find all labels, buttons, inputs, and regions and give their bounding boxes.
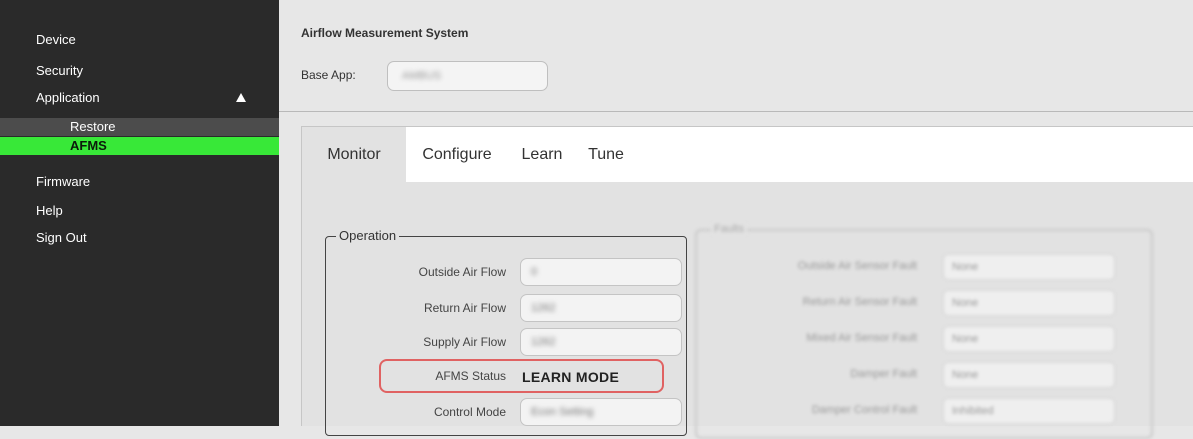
- outside-air-flow-field: 0: [520, 258, 682, 286]
- tab-panel: Monitor Configure Learn Tune Operation O…: [301, 126, 1193, 439]
- fault-field: None: [943, 254, 1115, 280]
- outside-air-flow-value: 0: [531, 266, 538, 278]
- tab-learn[interactable]: Learn: [508, 127, 576, 182]
- sidebar-item-label: Sign Out: [36, 230, 87, 245]
- tab-tune[interactable]: Tune: [576, 127, 636, 182]
- sidebar-item-label: Application: [36, 90, 100, 105]
- sidebar-item-firmware[interactable]: Firmware: [0, 173, 279, 191]
- supply-air-flow-value: 1262: [531, 336, 556, 348]
- sidebar: Device Security Application Restore AFMS…: [0, 0, 279, 426]
- fault-value: Inhibited: [952, 405, 994, 417]
- tab-configure[interactable]: Configure: [406, 127, 508, 182]
- page-title: Airflow Measurement System: [301, 26, 469, 40]
- sidebar-item-device[interactable]: Device: [0, 31, 279, 49]
- return-air-flow-value: 1262: [531, 302, 556, 314]
- fault-label: Outside Air Sensor Fault: [797, 260, 917, 272]
- outside-air-flow-label: Outside Air Flow: [418, 265, 506, 279]
- sidebar-item-label: Help: [36, 203, 63, 218]
- fault-field: None: [943, 326, 1115, 352]
- fault-value: None: [952, 297, 979, 309]
- fault-value: None: [952, 369, 979, 381]
- sidebar-item-label: Restore: [70, 119, 116, 134]
- supply-air-flow-field: 1262: [520, 328, 682, 356]
- fault-label: Damper Control Fault: [811, 404, 917, 416]
- fault-label: Damper Fault: [850, 368, 917, 380]
- tab-monitor[interactable]: Monitor: [302, 127, 406, 182]
- sidebar-item-label: Firmware: [36, 174, 91, 189]
- tab-bar: Monitor Configure Learn Tune: [302, 127, 1193, 182]
- caret-up-icon[interactable]: [236, 93, 246, 102]
- fault-value: None: [952, 333, 979, 345]
- sidebar-item-label: AFMS: [70, 138, 107, 153]
- main-content: Airflow Measurement System Base App: AMB…: [279, 0, 1193, 439]
- sidebar-item-restore[interactable]: Restore: [0, 118, 279, 136]
- operation-group: Operation Outside Air Flow 0 Return Air …: [325, 228, 687, 436]
- fault-field: None: [943, 362, 1115, 388]
- base-app-field[interactable]: AMBUS: [387, 61, 548, 91]
- faults-legend: Faults: [711, 223, 747, 235]
- operation-legend: Operation: [336, 228, 400, 243]
- fault-value: None: [952, 261, 979, 273]
- afms-status-highlight: [379, 359, 664, 393]
- sidebar-item-afms[interactable]: AFMS: [0, 137, 279, 155]
- control-mode-label: Control Mode: [433, 405, 506, 419]
- supply-air-flow-label: Supply Air Flow: [423, 335, 506, 349]
- sidebar-item-help[interactable]: Help: [0, 202, 279, 220]
- sidebar-item-security[interactable]: Security: [0, 62, 279, 80]
- fault-field: None: [943, 290, 1115, 316]
- return-air-flow-label: Return Air Flow: [423, 301, 506, 315]
- sidebar-item-label: Security: [36, 63, 83, 78]
- faults-group: Faults Outside Air Sensor Fault None Ret…: [695, 223, 1153, 439]
- fault-field: Inhibited: [943, 398, 1115, 424]
- sidebar-item-sign-out[interactable]: Sign Out: [0, 229, 279, 247]
- control-mode-field: Econ Setting: [520, 398, 682, 426]
- control-mode-value: Econ Setting: [531, 406, 594, 418]
- return-air-flow-field: 1262: [520, 294, 682, 322]
- base-app-value: AMBUS: [402, 70, 442, 82]
- fault-label: Return Air Sensor Fault: [802, 296, 917, 308]
- divider: [279, 111, 1193, 112]
- sidebar-item-application[interactable]: Application: [0, 89, 279, 107]
- base-app-label: Base App:: [301, 68, 356, 82]
- sidebar-item-label: Device: [36, 32, 76, 47]
- fault-label: Mixed Air Sensor Fault: [806, 332, 917, 344]
